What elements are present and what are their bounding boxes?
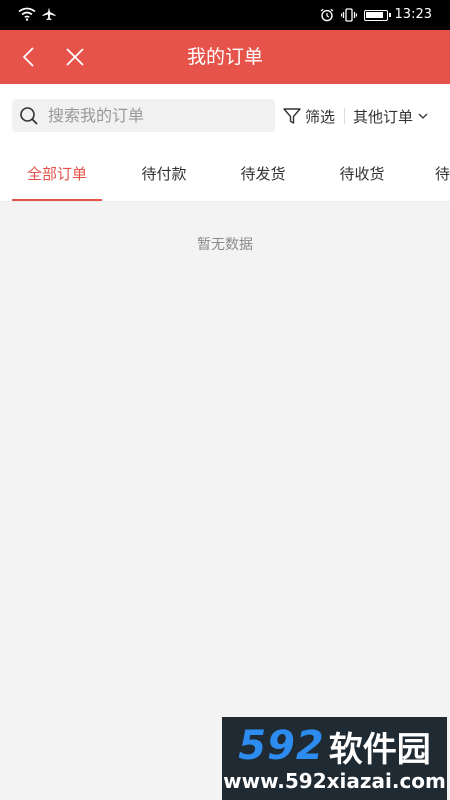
tab-pending-shipment[interactable]: 待发货 xyxy=(218,148,308,201)
watermark-number: 592 xyxy=(238,723,325,769)
tab-all-orders[interactable]: 全部订单 xyxy=(12,148,102,201)
search-box[interactable] xyxy=(12,99,275,132)
other-orders-dropdown[interactable]: 其他订单 xyxy=(353,104,429,128)
airplane-icon xyxy=(42,7,56,21)
order-status-tabs: 全部订单 待付款 待发货 待收货 待 xyxy=(0,148,450,202)
filter-label: 筛选 xyxy=(305,107,336,126)
battery-icon xyxy=(363,9,391,21)
watermark-brand: 软件园 xyxy=(328,729,431,770)
watermark-url: www.592xiazai.com xyxy=(223,769,446,793)
status-bar: 13:23 xyxy=(0,0,450,30)
chevron-left-icon[interactable] xyxy=(14,42,44,72)
status-time: 13:23 xyxy=(394,7,432,22)
tab-pending-receipt[interactable]: 待收货 xyxy=(317,148,407,201)
search-icon xyxy=(20,107,38,125)
divider xyxy=(344,108,345,124)
tab-pending-payment[interactable]: 待付款 xyxy=(119,148,209,201)
wifi-icon xyxy=(18,7,36,21)
search-row: 筛选 其他订单 xyxy=(0,84,450,148)
other-orders-label: 其他订单 xyxy=(353,107,414,126)
filter-button[interactable]: 筛选 xyxy=(282,104,335,128)
search-input[interactable] xyxy=(48,99,268,132)
tab-pending-more[interactable]: 待 xyxy=(435,148,450,201)
filter-icon xyxy=(283,108,301,124)
chevron-down-icon xyxy=(418,113,428,119)
vibrate-icon xyxy=(340,8,357,22)
app-header: 我的订单 xyxy=(0,30,450,84)
close-icon[interactable] xyxy=(60,42,90,72)
watermark-logo: 592 软件园 www.592xiazai.com xyxy=(222,717,447,800)
alarm-icon xyxy=(320,8,333,22)
empty-state-text: 暂无数据 xyxy=(197,237,253,253)
